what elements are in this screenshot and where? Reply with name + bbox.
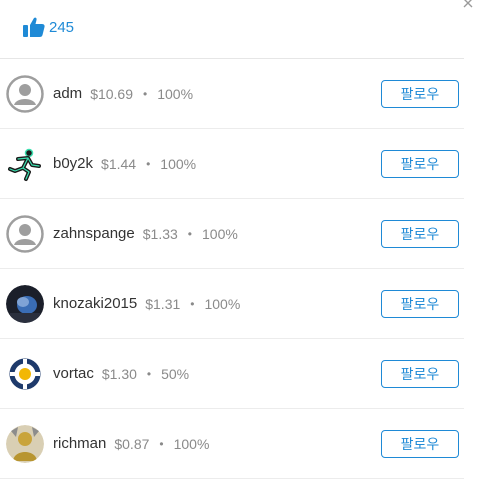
list-item: zahnspange $1.33 • 100% 팔로우 — [0, 199, 464, 269]
username[interactable]: adm — [53, 85, 82, 102]
avatar[interactable] — [6, 354, 44, 393]
username[interactable]: richman — [53, 435, 106, 452]
vote-percent: 100% — [173, 435, 210, 452]
avatar[interactable] — [6, 214, 44, 253]
list-item: vortac $1.30 • 50% 팔로우 — [0, 339, 464, 409]
vote-amount: $1.44 — [101, 155, 137, 172]
follow-button[interactable]: 팔로우 — [381, 289, 459, 318]
follow-button[interactable]: 팔로우 — [381, 359, 459, 388]
vote-percent: 100% — [204, 295, 241, 312]
follow-button[interactable]: 팔로우 — [381, 429, 459, 458]
vote-amount: $10.69 — [90, 85, 134, 102]
username[interactable]: knozaki2015 — [53, 295, 137, 312]
separator-dot: • — [143, 86, 148, 101]
username[interactable]: zahnspange — [53, 225, 135, 242]
voter-list: adm $10.69 • 100% 팔로우 b0y2k $1.44 • 100%… — [0, 58, 464, 479]
vote-amount: $1.30 — [101, 365, 137, 382]
avatar[interactable] — [6, 74, 44, 113]
follow-button[interactable]: 팔로우 — [381, 149, 459, 178]
vote-percent: 100% — [160, 155, 197, 172]
avatar[interactable] — [6, 144, 44, 183]
follow-button[interactable]: 팔로우 — [381, 219, 459, 248]
separator-dot: • — [159, 436, 164, 451]
separator-dot: • — [190, 296, 195, 311]
vote-amount: $1.31 — [145, 295, 181, 312]
like-summary: 245 — [23, 17, 74, 37]
vote-percent: 50% — [161, 365, 190, 382]
list-item: b0y2k $1.44 • 100% 팔로우 — [0, 129, 464, 199]
separator-dot: • — [146, 366, 152, 381]
list-item: knozaki2015 $1.31 • 100% 팔로우 — [0, 269, 464, 339]
avatar[interactable] — [6, 424, 44, 463]
close-icon[interactable] — [461, 0, 475, 10]
vote-percent: 100% — [157, 85, 194, 102]
like-count[interactable]: 245 — [49, 19, 74, 36]
username[interactable]: vortac — [53, 365, 94, 382]
username[interactable]: b0y2k — [53, 155, 93, 172]
separator-dot: • — [187, 226, 192, 241]
avatar[interactable] — [6, 284, 44, 323]
vote-percent: 100% — [202, 225, 238, 242]
vote-amount: $1.33 — [142, 225, 178, 242]
list-item: adm $10.69 • 100% 팔로우 — [0, 59, 464, 129]
separator-dot: • — [146, 156, 151, 171]
vote-amount: $0.87 — [114, 435, 150, 452]
follow-button[interactable]: 팔로우 — [381, 79, 459, 108]
thumbs-up-icon — [23, 17, 45, 37]
